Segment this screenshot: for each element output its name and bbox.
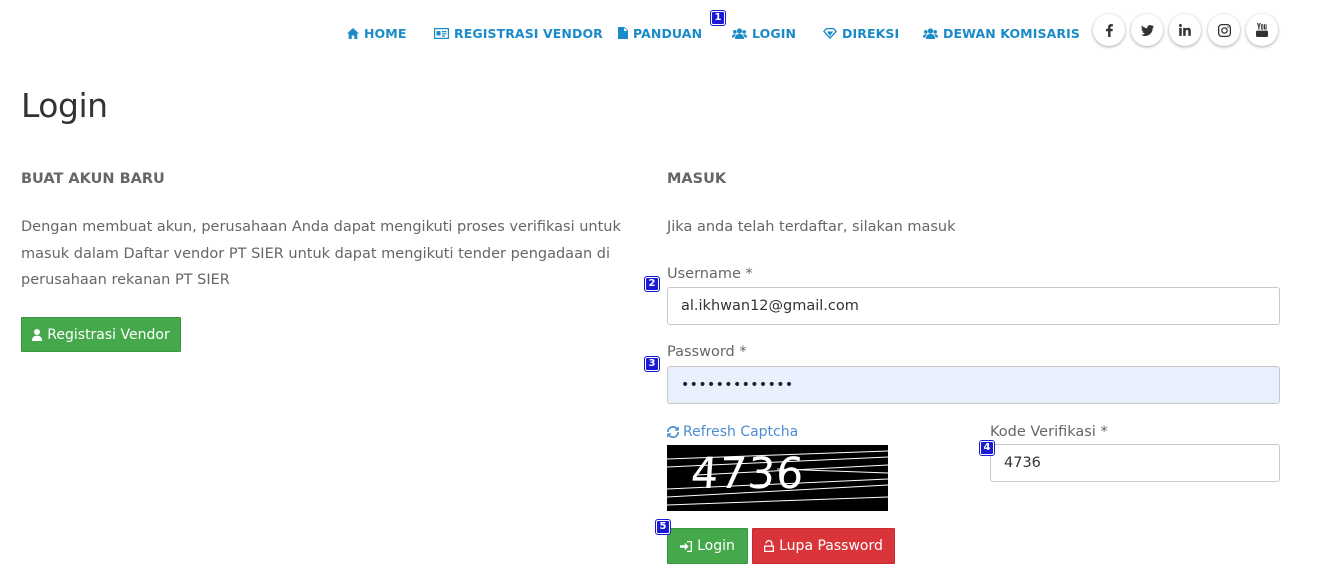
nav-direksi-label: DIREKSI xyxy=(842,25,900,41)
instagram-link[interactable] xyxy=(1208,14,1240,46)
kode-verifikasi-value: 4736 xyxy=(1004,455,1041,471)
facebook-link[interactable] xyxy=(1093,14,1125,46)
nav-dewan-komisaris-label: DEWAN KOMISARIS xyxy=(943,25,1080,41)
annotation-badge-4: 4 xyxy=(979,440,995,456)
nav-direksi[interactable]: DIREKSI xyxy=(823,25,899,41)
lupa-password-button-label: Lupa Password xyxy=(779,538,883,554)
diamond-icon xyxy=(823,27,837,39)
file-icon xyxy=(618,27,628,39)
registrasi-vendor-button[interactable]: Registrasi Vendor xyxy=(21,317,181,352)
login-heading: MASUK xyxy=(667,171,727,187)
user-icon xyxy=(32,328,43,341)
captcha-text: 4736 xyxy=(689,449,807,499)
username-input[interactable]: al.ikhwan12@gmail.com xyxy=(667,287,1280,325)
twitter-link[interactable] xyxy=(1131,14,1163,46)
register-description-line: masuk dalam Daftar vendor PT SIER untuk … xyxy=(21,245,610,262)
twitter-icon xyxy=(1140,24,1154,36)
facebook-icon xyxy=(1105,23,1113,37)
nav-login-label: LOGIN xyxy=(752,25,797,41)
nav-dewan-komisaris[interactable]: DEWAN KOMISARIS xyxy=(923,25,1080,41)
nav-login[interactable]: LOGIN xyxy=(732,25,796,41)
unlock-icon xyxy=(764,540,775,552)
refresh-captcha-label: Refresh Captcha xyxy=(683,424,799,440)
nav-home[interactable]: HOME xyxy=(347,25,406,41)
nav-panduan[interactable]: PANDUAN xyxy=(618,25,702,41)
nav-registrasi-vendor-label: REGISTRASI VENDOR xyxy=(454,25,603,41)
password-input[interactable]: ••••••••••••• xyxy=(667,366,1280,404)
refresh-icon xyxy=(667,426,679,438)
users-icon xyxy=(923,27,938,39)
kode-verifikasi-input[interactable]: 4736 xyxy=(990,444,1280,482)
page-title: Login xyxy=(21,86,108,125)
register-heading: BUAT AKUN BARU xyxy=(21,171,165,187)
annotation-badge-5: 5 xyxy=(655,519,671,535)
register-description: Dengan membuat akun, perusahaan Anda dap… xyxy=(21,214,631,294)
captcha-image: 4736 xyxy=(667,445,888,511)
annotation-badge-2: 2 xyxy=(644,276,660,292)
register-description-line: perusahaan rekanan PT SIER xyxy=(21,272,230,288)
refresh-captcha-link[interactable]: Refresh Captcha xyxy=(667,424,798,440)
registrasi-vendor-button-label: Registrasi Vendor xyxy=(47,326,170,343)
annotation-badge-1: 1 xyxy=(710,10,726,26)
linkedin-icon xyxy=(1179,24,1191,36)
nav-panduan-label: PANDUAN xyxy=(633,25,703,41)
login-button[interactable]: Login xyxy=(667,528,748,564)
nav-home-label: HOME xyxy=(364,25,407,41)
top-navigation: HOME REGISTRASI VENDOR PANDUAN LOGIN DIR… xyxy=(0,0,1330,64)
sign-in-icon xyxy=(680,540,693,552)
password-value: ••••••••••••• xyxy=(681,377,794,393)
youtube-link[interactable] xyxy=(1246,14,1278,46)
username-label: Username * xyxy=(667,266,753,282)
login-button-label: Login xyxy=(697,538,735,554)
annotation-badge-3: 3 xyxy=(644,356,660,372)
id-card-icon xyxy=(434,27,449,39)
password-label: Password * xyxy=(667,344,747,360)
login-description: Jika anda telah terdaftar, silakan masuk xyxy=(667,219,956,235)
kode-verifikasi-label: Kode Verifikasi * xyxy=(990,424,1108,440)
home-icon xyxy=(347,27,359,39)
username-value: al.ikhwan12@gmail.com xyxy=(681,298,859,314)
instagram-icon xyxy=(1217,23,1231,37)
linkedin-link[interactable] xyxy=(1169,14,1201,46)
nav-registrasi-vendor[interactable]: REGISTRASI VENDOR xyxy=(434,25,603,41)
users-icon xyxy=(732,27,747,39)
youtube-icon xyxy=(1256,23,1268,37)
register-description-line: Dengan membuat akun, perusahaan Anda dap… xyxy=(21,219,621,235)
lupa-password-button[interactable]: Lupa Password xyxy=(752,528,895,564)
